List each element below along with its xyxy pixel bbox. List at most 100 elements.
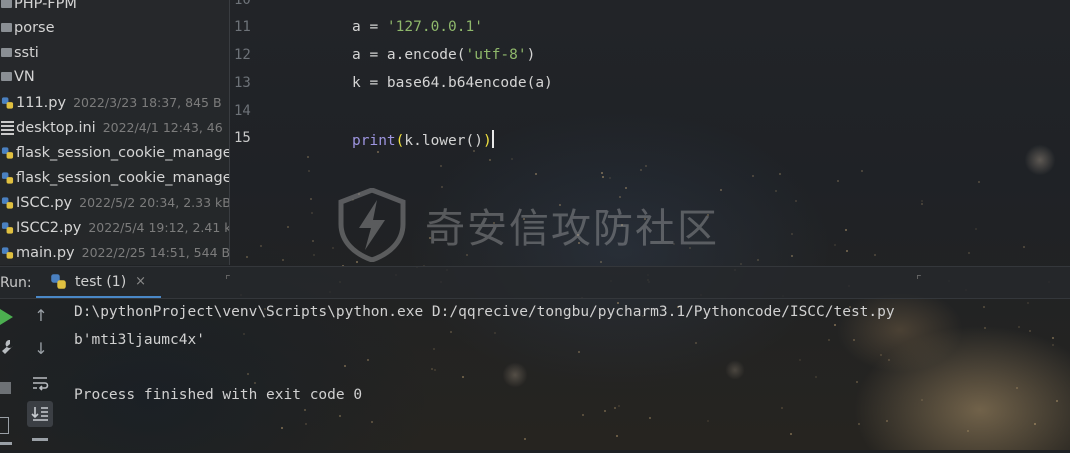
background-speck [885,419,888,422]
background-speck [967,429,970,432]
line-number: 11 [234,19,251,35]
divider-tick: ⌜ [916,273,922,287]
folder-icon [1,72,12,81]
tree-item-file[interactable]: flask_session_cookie_manage [0,165,229,190]
code-token: ) [526,47,536,63]
tree-item-label: ISCC.py [16,194,73,211]
background-speck [887,358,890,361]
python-file-icon [1,221,14,234]
tree-item-label: PHP-FPM [14,0,77,12]
project-panel: PHP-FPM porse ssti VN 111.py 2022/3/23 1… [0,0,229,265]
background-speck [494,331,497,334]
print-icon[interactable] [32,438,48,453]
tree-item-label: ISCC2.py [16,219,82,236]
background-speck [920,202,923,205]
code-line[interactable]: a = '127.0.0.1' [352,19,483,35]
python-file-icon [1,96,14,109]
tab-run-config[interactable]: test (1) × [36,267,161,298]
stop-icon[interactable] [0,382,11,394]
arrow-up-icon[interactable]: ↑ [31,306,51,325]
background-speck [720,188,723,191]
tree-item-folder[interactable]: ssti [0,40,229,65]
layout-icon[interactable] [0,417,9,434]
tree-item-file[interactable]: main.py 2022/2/25 14:51, 544 B [0,240,229,265]
tree-item-file[interactable]: 111.py 2022/3/23 18:37, 845 B [0,90,229,115]
scroll-to-end-icon [31,407,48,421]
background-speck [921,199,924,202]
arrow-down-icon[interactable]: ↓ [31,339,51,358]
file-meta: 2022/3/23 18:37, 845 B [73,95,222,110]
tree-item-label: ssti [14,44,39,61]
line-number: 12 [234,47,251,63]
background-speck [582,413,585,416]
background-speck [461,376,464,379]
line-number: 14 [234,103,251,119]
python-icon [51,274,66,289]
tree-item-label: VN [14,68,35,85]
background-speck [790,232,793,235]
background-speck [286,225,289,228]
background-speck [338,415,341,418]
code-line[interactable]: a = a.encode('utf-8') [352,47,535,63]
background-speck [974,228,977,231]
console-line: D:\pythonProject\venv\Scripts\python.exe… [74,304,895,320]
background-speck [921,398,924,401]
tab-label: test (1) [75,273,127,290]
background-speck [1018,325,1021,328]
python-file-icon [1,246,14,259]
text-file-icon [1,120,14,135]
background-speck [245,256,248,259]
background-speck [860,169,863,172]
code-token: a = a.encode( [352,47,466,63]
line-number: 10 [234,0,251,8]
console-line: b'mti3ljaumc4x' [74,332,205,348]
file-meta: 2022/4/1 12:43, 46 [102,120,223,135]
background-speck [795,199,798,202]
code-token: a = [352,19,387,35]
code-line-current[interactable]: print(k.lower()) [352,130,494,149]
panel-splitter[interactable] [229,0,230,265]
wrench-icon[interactable] [0,339,15,356]
code-line[interactable]: k = base64.b64encode(a) [352,75,553,91]
tree-item-file[interactable]: flask_session_cookie_manage [0,140,229,165]
console-line: Process finished with exit code 0 [74,387,363,403]
tree-item-label: main.py [16,244,75,261]
run-play-icon[interactable] [0,309,13,325]
python-file-icon [1,196,14,209]
tree-item-folder[interactable]: porse [0,15,229,40]
brace-highlight: ) [482,133,492,149]
run-toolbar-header: Run: test (1) × ⌜ ⌜ [0,266,1070,299]
soft-wrap-icon[interactable] [31,375,49,391]
background-speck [827,338,830,341]
delete-icon[interactable] [0,442,12,453]
line-number: 13 [234,75,251,91]
background-speck [798,358,801,361]
line-number-current: 15 [234,130,251,146]
shield-lightning-icon [338,188,406,262]
tree-item-folder[interactable]: VN [0,64,229,89]
tree-item-label: porse [14,19,55,36]
background-speck [309,198,312,201]
background-speck [578,350,581,353]
watermark-text: 奇安信攻防社区 [425,206,719,252]
string-token: 'utf-8' [465,47,527,63]
python-file-icon [1,146,14,159]
divider-tick: ⌜ [225,273,231,287]
python-file-icon [1,171,14,184]
file-meta: 2022/5/4 19:12, 2.41 k [88,220,229,235]
background-speck [366,358,369,361]
folder-icon [1,48,12,57]
file-meta: 2022/2/25 14:51, 544 B [81,245,229,260]
background-speck [844,228,847,231]
tree-item-file[interactable]: desktop.ini 2022/4/1 12:43, 46 [0,115,229,140]
watermark: 奇安信攻防社区 [337,188,719,262]
tree-item-file[interactable]: ISCC.py 2022/5/2 20:34, 2.33 kB [0,190,229,215]
text-caret [491,130,494,148]
close-icon[interactable]: × [135,274,146,289]
background-speck [377,150,380,153]
tree-item-folder[interactable]: PHP-FPM [0,0,229,16]
background-speck [243,332,246,335]
string-token: '127.0.0.1' [386,19,483,35]
tree-item-file[interactable]: ISCC2.py 2022/5/4 19:12, 2.41 k [0,215,229,240]
background-speck [855,380,858,383]
